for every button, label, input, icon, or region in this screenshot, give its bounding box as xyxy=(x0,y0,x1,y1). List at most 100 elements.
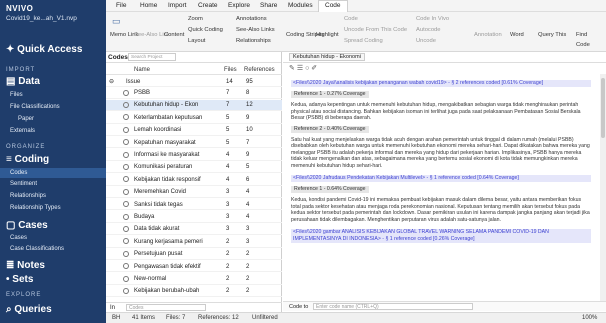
word-frequency-button[interactable]: Word xyxy=(510,32,524,38)
pin-icon: ✦ xyxy=(6,44,15,55)
group-sets[interactable]: • Sets xyxy=(6,274,33,285)
code-row[interactable]: Budaya 3 4 xyxy=(106,212,282,223)
tab-explore[interactable]: Explore xyxy=(228,2,250,9)
annotations-toggle[interactable]: Annotations xyxy=(236,16,267,22)
file-reference-link[interactable]: <Files\\2020 Jaya\\analisis kebijakan pe… xyxy=(291,80,591,87)
code-button[interactable]: Code xyxy=(344,16,358,22)
vertical-scrollbar[interactable] xyxy=(600,74,606,302)
code-row[interactable]: Kepatuhan masyarakat 5 7 xyxy=(106,137,282,149)
column-files[interactable]: Files xyxy=(224,67,237,73)
code-refs: 8 xyxy=(246,90,250,96)
detail-tab[interactable]: Kebutuhan hidup - Ekonomi xyxy=(289,53,365,61)
code-to-input[interactable]: Enter code name (CTRL+Q) xyxy=(313,303,473,310)
column-name[interactable]: Name xyxy=(134,67,150,73)
group-queries[interactable]: ⌕ Queries xyxy=(6,304,52,315)
code-row[interactable]: Kebijakan tidak responsif 4 6 xyxy=(106,174,282,186)
code-name: Kurang kerjasama pemeri xyxy=(134,238,203,245)
group-data[interactable]: ▤ Data xyxy=(6,76,40,87)
coded-references: <Files\\2020 Jaya\\analisis kebijakan pe… xyxy=(291,74,591,302)
code-row[interactable]: New-normal 2 2 xyxy=(106,274,282,285)
file-reference-link[interactable]: <Files\\2020 Jafrudaus Pendekatan Kebija… xyxy=(291,175,591,182)
code-row[interactable]: PSBB 7 8 xyxy=(106,88,282,99)
find-button[interactable]: Find xyxy=(576,32,587,38)
code-files: 2 xyxy=(226,288,230,295)
circle-icon[interactable]: ○ xyxy=(305,65,309,72)
tab-file[interactable]: File xyxy=(116,2,126,9)
code-files: 5 xyxy=(226,139,230,146)
code-row[interactable]: Komunikasi peraturan 4 5 xyxy=(106,162,282,174)
autocode-button[interactable]: Autocode xyxy=(416,27,441,33)
code-row[interactable]: Sanksi tidak tegas 3 4 xyxy=(106,199,282,211)
node-icon xyxy=(123,163,129,170)
nav-file-classifications[interactable]: File Classifications xyxy=(10,104,60,110)
edit-icon[interactable]: ✎ xyxy=(289,65,295,72)
tab-code[interactable]: Code xyxy=(318,0,348,12)
code-row[interactable]: Kebijakan berubah-ubah 2 2 xyxy=(106,286,282,298)
filter-input[interactable]: Codes xyxy=(126,304,206,311)
code-row[interactable]: Lemah koordinasi 5 10 xyxy=(106,125,282,136)
uncode-from-this-code-button[interactable]: Uncode From This Code xyxy=(344,27,407,33)
code-name: Komunikasi peraturan xyxy=(134,164,193,171)
nav-paper[interactable]: Paper xyxy=(18,116,34,122)
filter-status: Unfiltered xyxy=(252,315,278,321)
code-name: Budaya xyxy=(134,214,155,220)
reference-text: Kedua, adanya kepentingan untuk memenuhi… xyxy=(291,102,581,121)
code-refs: 9 xyxy=(246,152,250,158)
tab-import[interactable]: Import xyxy=(168,2,186,9)
code-refs: 4 xyxy=(246,214,250,220)
code-to-bar: Code to Enter code name (CTRL+Q) xyxy=(283,301,606,311)
code-row[interactable]: Pengawasan tidak efektif 2 2 xyxy=(106,261,282,273)
quick-access-button[interactable]: ✦ Quick Access xyxy=(6,44,82,55)
query-this-button[interactable]: Query This xyxy=(538,32,566,38)
code-row[interactable]: Kebutuhan hidup - Ekon 7 12 xyxy=(106,99,282,112)
group-cases[interactable]: ▢ Cases xyxy=(6,220,48,231)
nav-relationship-types[interactable]: Relationship Types xyxy=(10,205,61,211)
quick-coding-toggle[interactable]: Quick Coding xyxy=(188,27,223,33)
nav-codes[interactable]: Codes xyxy=(0,168,106,178)
nav-relationships[interactable]: Relationships xyxy=(10,193,46,199)
relationships-toggle[interactable]: Relationships xyxy=(236,38,271,44)
code-row[interactable]: Keterlambatan keputusan 5 9 xyxy=(106,112,282,124)
uncode-button[interactable]: Uncode xyxy=(416,38,436,44)
file-reference-link[interactable]: <Files\\2020 gambar ANALISIS KEBIJAKAN G… xyxy=(291,229,591,243)
tab-home[interactable]: Home xyxy=(140,2,157,9)
code-row[interactable]: Kurang kerjasama pemeri 2 3 xyxy=(106,236,282,248)
node-icon xyxy=(123,238,129,245)
see-also-links-toggle[interactable]: See-Also Links xyxy=(236,27,275,33)
group-coding[interactable]: ≡ Coding xyxy=(6,154,49,165)
code-row[interactable]: Persetujuan pusat 2 2 xyxy=(106,249,282,260)
group-notes[interactable]: ≣ Notes xyxy=(6,260,45,271)
layout-button[interactable]: Layout xyxy=(188,38,205,44)
pen-icon[interactable]: ✐ xyxy=(311,65,317,72)
nav-cases[interactable]: Cases xyxy=(10,235,27,241)
code-menu-button[interactable]: Code xyxy=(576,42,590,48)
tab-share[interactable]: Share xyxy=(260,2,277,9)
nav-sentiment[interactable]: Sentiment xyxy=(10,181,37,187)
codes-filter-bar: In Codes xyxy=(106,302,282,312)
zoom-button[interactable]: Zoom xyxy=(188,16,203,22)
annotation-button[interactable]: Annotation xyxy=(474,32,502,38)
nav-externals[interactable]: Externals xyxy=(10,128,35,134)
code-group-row[interactable]: ⊖ Issue 14 95 xyxy=(106,76,282,88)
column-references[interactable]: References xyxy=(244,67,275,73)
tab-create[interactable]: Create xyxy=(198,2,218,9)
highlight-button[interactable]: Highlight xyxy=(316,32,339,38)
project-file-name[interactable]: Covid19_ke...ah_V1.nvp xyxy=(6,15,100,22)
spread-coding-button[interactable]: Spread Coding xyxy=(344,38,383,44)
nav-files[interactable]: Files xyxy=(10,92,23,98)
collapse-icon[interactable]: ⊖ xyxy=(109,78,114,85)
code-files: 2 xyxy=(226,263,230,270)
search-input[interactable]: Search Project xyxy=(128,53,176,61)
content-button[interactable]: Content xyxy=(164,32,184,38)
list-icon[interactable]: ☰ xyxy=(297,65,303,72)
scroll-thumb[interactable] xyxy=(601,78,605,138)
code-files: 3 xyxy=(226,214,230,220)
code-row[interactable]: Data tidak akurat 3 3 xyxy=(106,224,282,236)
section-organize: ORGANIZE xyxy=(6,144,46,150)
code-row[interactable]: Meremehkan Covid 3 4 xyxy=(106,187,282,198)
nav-case-classifications[interactable]: Case Classifications xyxy=(10,246,64,252)
node-icon xyxy=(123,89,129,96)
code-in-vivo-button[interactable]: Code In Vivo xyxy=(416,16,449,22)
code-row[interactable]: Informasi ke masyarakat 4 9 xyxy=(106,150,282,161)
tab-modules[interactable]: Modules xyxy=(288,2,313,9)
